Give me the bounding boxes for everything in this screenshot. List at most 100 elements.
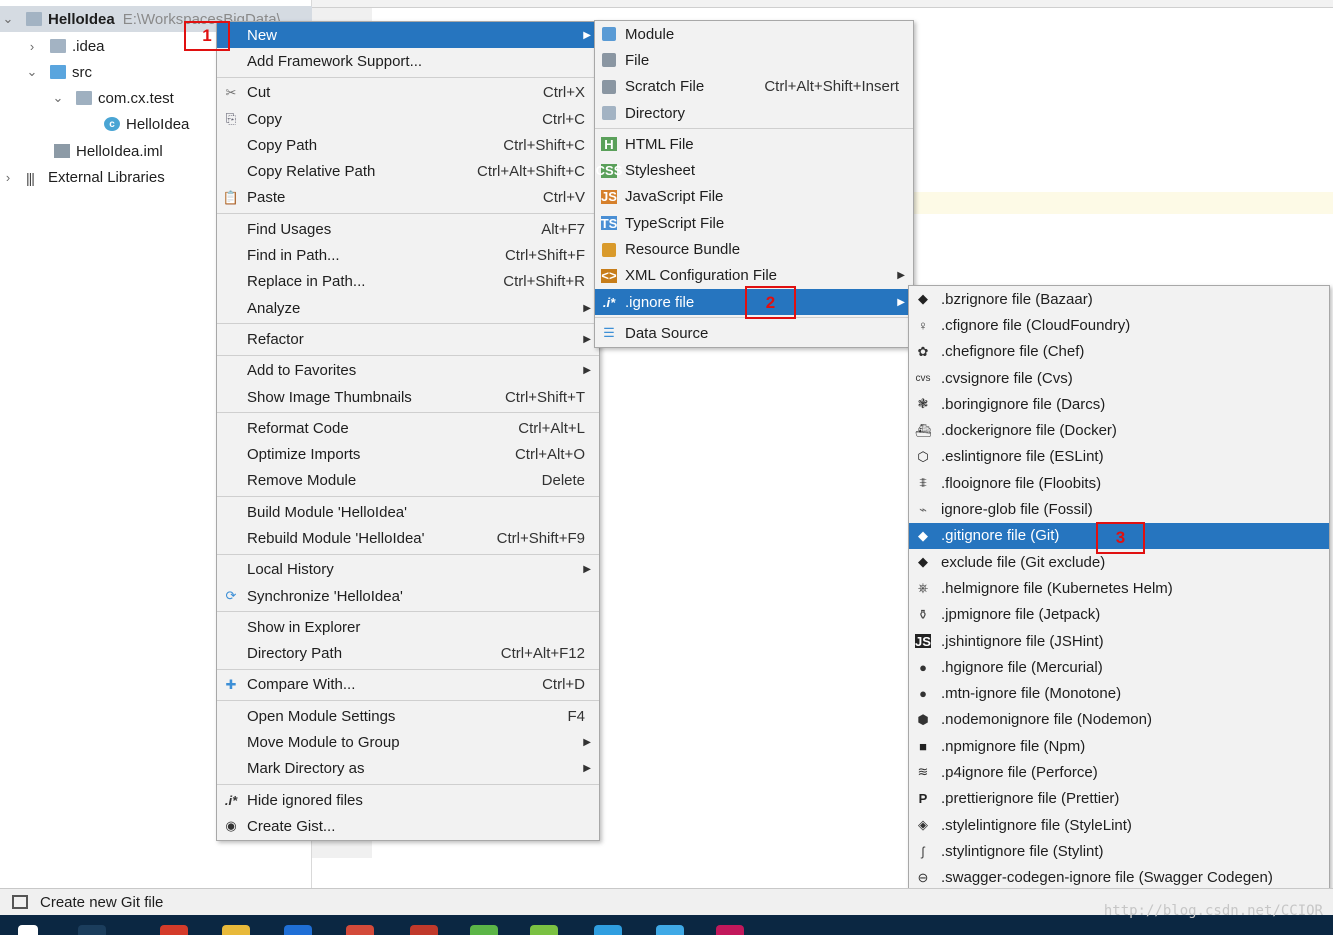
app-icon[interactable]: [656, 925, 684, 935]
menu-item-find-in-path[interactable]: Find in Path... Ctrl+Shift+F: [217, 242, 599, 268]
ts-file-icon: TS: [600, 215, 618, 231]
browser-icon[interactable]: [284, 925, 312, 935]
chevron-down-icon[interactable]: ⌄: [0, 11, 16, 27]
menu-item-open-module-settings[interactable]: Open Module Settings F4: [217, 703, 599, 729]
new-item-data-source[interactable]: ☰ Data Source: [595, 320, 913, 346]
ignore-item-jshintignore-file-jshint[interactable]: JS .jshintignore file (JSHint): [909, 628, 1329, 654]
chevron-right-icon[interactable]: ›: [24, 39, 40, 54]
menu-item-compare-with[interactable]: ✚ Compare With... Ctrl+D: [217, 672, 599, 698]
search-icon[interactable]: [78, 925, 106, 935]
ignore-item-cvsignore-file-cvs[interactable]: cvs .cvsignore file (Cvs): [909, 365, 1329, 391]
menu-item-optimize-imports[interactable]: Optimize Imports Ctrl+Alt+O: [217, 441, 599, 467]
ignore-item-bzrignore-file-bazaar[interactable]: ◆ .bzrignore file (Bazaar): [909, 286, 1329, 312]
chevron-down-icon[interactable]: ⌄: [24, 64, 40, 80]
ignore-item-p4ignore-file-perforce[interactable]: ≋ .p4ignore file (Perforce): [909, 759, 1329, 785]
menu-item-remove-module[interactable]: Remove Module Delete: [217, 468, 599, 494]
menu-item-replace-in-path[interactable]: Replace in Path... Ctrl+Shift+R: [217, 269, 599, 295]
menu-item-mark-directory-as[interactable]: Mark Directory as ▶: [217, 756, 599, 782]
ignore-item-hgignore-file-mercurial[interactable]: ● .hgignore file (Mercurial): [909, 654, 1329, 680]
ignore-item-jpmignore-file-jetpack[interactable]: ⚱ .jpmignore file (Jetpack): [909, 602, 1329, 628]
ignore-item-stylintignore-file-stylint[interactable]: ʃ .stylintignore file (Stylint): [909, 838, 1329, 864]
tree-item-src[interactable]: ⌄ src: [24, 59, 92, 85]
app-icon[interactable]: [470, 925, 498, 935]
fossil-icon: ⌁: [919, 501, 927, 517]
menu-item-copy[interactable]: ⎘ Copy Ctrl+C: [217, 106, 599, 132]
app-icon[interactable]: [160, 925, 188, 935]
menu-item-paste[interactable]: 📋 Paste Ctrl+V: [217, 185, 599, 211]
ignore-item-chefignore-file-chef[interactable]: ✿ .chefignore file (Chef): [909, 339, 1329, 365]
new-item-resource-bundle[interactable]: Resource Bundle: [595, 236, 913, 262]
menu-item-copy-relative-path[interactable]: Copy Relative Path Ctrl+Alt+Shift+C: [217, 158, 599, 184]
app-icon[interactable]: [530, 925, 558, 935]
tool-window-icon[interactable]: [12, 895, 28, 909]
ignore-item-stylelintignore-file-stylelint[interactable]: ◈ .stylelintignore file (StyleLint): [909, 812, 1329, 838]
menu-item-cut[interactable]: ✂ Cut Ctrl+X: [217, 80, 599, 106]
ignore-item-boringignore-file-darcs[interactable]: ❃ .boringignore file (Darcs): [909, 391, 1329, 417]
menu-item-label: .npmignore file (Npm): [941, 737, 1086, 755]
menu-item-move-module-to-group[interactable]: Move Module to Group ▶: [217, 729, 599, 755]
menu-item-label: Synchronize 'HelloIdea': [247, 587, 403, 605]
submenu-arrow-icon: ▶: [583, 365, 591, 377]
new-item-module[interactable]: Module: [595, 21, 913, 47]
ignore-item-npmignore-file-npm[interactable]: ■ .npmignore file (Npm): [909, 733, 1329, 759]
menu-item-build-module-helloidea[interactable]: Build Module 'HelloIdea': [217, 499, 599, 525]
menu-item-add-framework-support[interactable]: Add Framework Support...: [217, 48, 599, 74]
chevron-down-icon[interactable]: ⌄: [50, 90, 66, 106]
menu-item-local-history[interactable]: Local History ▶: [217, 557, 599, 583]
menu-item-hide-ignored-files[interactable]: .i* Hide ignored files: [217, 787, 599, 813]
chevron-right-icon[interactable]: ›: [0, 170, 16, 185]
menu-item-synchronize-helloidea[interactable]: ⟳ Synchronize 'HelloIdea': [217, 583, 599, 609]
new-item-scratch-file[interactable]: Scratch File Ctrl+Alt+Shift+Insert: [595, 74, 913, 100]
ignore-item-eslintignore-file-eslint[interactable]: ⬡ .eslintignore file (ESLint): [909, 444, 1329, 470]
new-item-html-file[interactable]: H HTML File: [595, 131, 913, 157]
explorer-icon[interactable]: [222, 925, 250, 935]
annotation-2: 2: [745, 286, 796, 319]
menu-item-create-gist[interactable]: ◉ Create Gist...: [217, 813, 599, 839]
ignore-item-dockerignore-file-docker[interactable]: ⛴ .dockerignore file (Docker): [909, 417, 1329, 443]
ignore-item-prettierignore-file-prettier[interactable]: P .prettierignore file (Prettier): [909, 786, 1329, 812]
ignore-item-swagger-codegen-ignore-file-swagger-codegen[interactable]: ⊖ .swagger-codegen-ignore file (Swagger C…: [909, 865, 1329, 891]
menu-item-add-to-favorites[interactable]: Add to Favorites ▶: [217, 358, 599, 384]
submenu-arrow-icon: ▶: [583, 333, 591, 345]
app-icon[interactable]: [594, 925, 622, 935]
menu-item-label: Cut: [247, 84, 271, 102]
menu-item-analyze[interactable]: Analyze ▶: [217, 295, 599, 321]
libraries-icon: |||: [26, 170, 35, 186]
new-item-directory[interactable]: Directory: [595, 100, 913, 126]
new-item-stylesheet[interactable]: CSS Stylesheet: [595, 157, 913, 183]
menu-item-label: Find in Path...: [247, 247, 340, 265]
menu-item-show-in-explorer[interactable]: Show in Explorer: [217, 614, 599, 640]
menu-item-label: ignore-glob file (Fossil): [941, 501, 1093, 519]
menu-item-shortcut: F4: [567, 707, 585, 725]
chrome-icon[interactable]: [346, 925, 374, 935]
new-item-javascript-file[interactable]: JS JavaScript File: [595, 184, 913, 210]
start-icon[interactable]: [18, 925, 38, 935]
menu-item-copy-path[interactable]: Copy Path Ctrl+Shift+C: [217, 132, 599, 158]
tree-item-package[interactable]: ⌄ com.cx.test: [50, 85, 174, 111]
menu-item-rebuild-module-helloidea[interactable]: Rebuild Module 'HelloIdea' Ctrl+Shift+F9: [217, 525, 599, 551]
menu-item-refactor[interactable]: Refactor ▶: [217, 326, 599, 352]
app-icon[interactable]: [410, 925, 438, 935]
eslint-icon: ⬡: [917, 448, 929, 464]
ignore-item-mtn-ignore-file-monotone[interactable]: ● .mtn-ignore file (Monotone): [909, 680, 1329, 706]
menu-item-new[interactable]: New ▶: [217, 22, 599, 49]
menu-item-show-image-thumbnails[interactable]: Show Image Thumbnails Ctrl+Shift+T: [217, 384, 599, 410]
menu-item-reformat-code[interactable]: Reformat Code Ctrl+Alt+L: [217, 415, 599, 441]
new-item-file[interactable]: File: [595, 47, 913, 73]
menu-item-label: XML Configuration File: [625, 267, 778, 285]
ignore-item-ignore-glob-file-fossil[interactable]: ⌁ ignore-glob file (Fossil): [909, 496, 1329, 522]
intellij-icon[interactable]: [716, 925, 744, 935]
ignore-item-helmignore-file-kubernetes-helm[interactable]: ⎈ .helmignore file (Kubernetes Helm): [909, 575, 1329, 601]
menu-item-directory-path[interactable]: Directory Path Ctrl+Alt+F12: [217, 641, 599, 667]
tree-root-label: HelloIdea: [48, 10, 115, 28]
tree-item-class[interactable]: c HelloIdea: [104, 111, 189, 137]
menu-item-find-usages[interactable]: Find Usages Alt+F7: [217, 216, 599, 242]
new-item-typescript-file[interactable]: TS TypeScript File: [595, 210, 913, 236]
tree-item-libraries[interactable]: › ||| External Libraries: [0, 164, 165, 190]
ignore-item-cfignore-file-cloudfoundry[interactable]: ♀ .cfignore file (CloudFoundry): [909, 312, 1329, 338]
ignore-item-nodemonignore-file-nodemon[interactable]: ⬢ .nodemonignore file (Nodemon): [909, 707, 1329, 733]
menu-item-label: Open Module Settings: [247, 707, 396, 725]
tree-item-iml[interactable]: HelloIdea.iml: [54, 138, 163, 164]
tree-item-idea[interactable]: › .idea: [24, 33, 105, 59]
ignore-item-flooignore-file-floobits[interactable]: ⩨ .flooignore file (Floobits): [909, 470, 1329, 496]
